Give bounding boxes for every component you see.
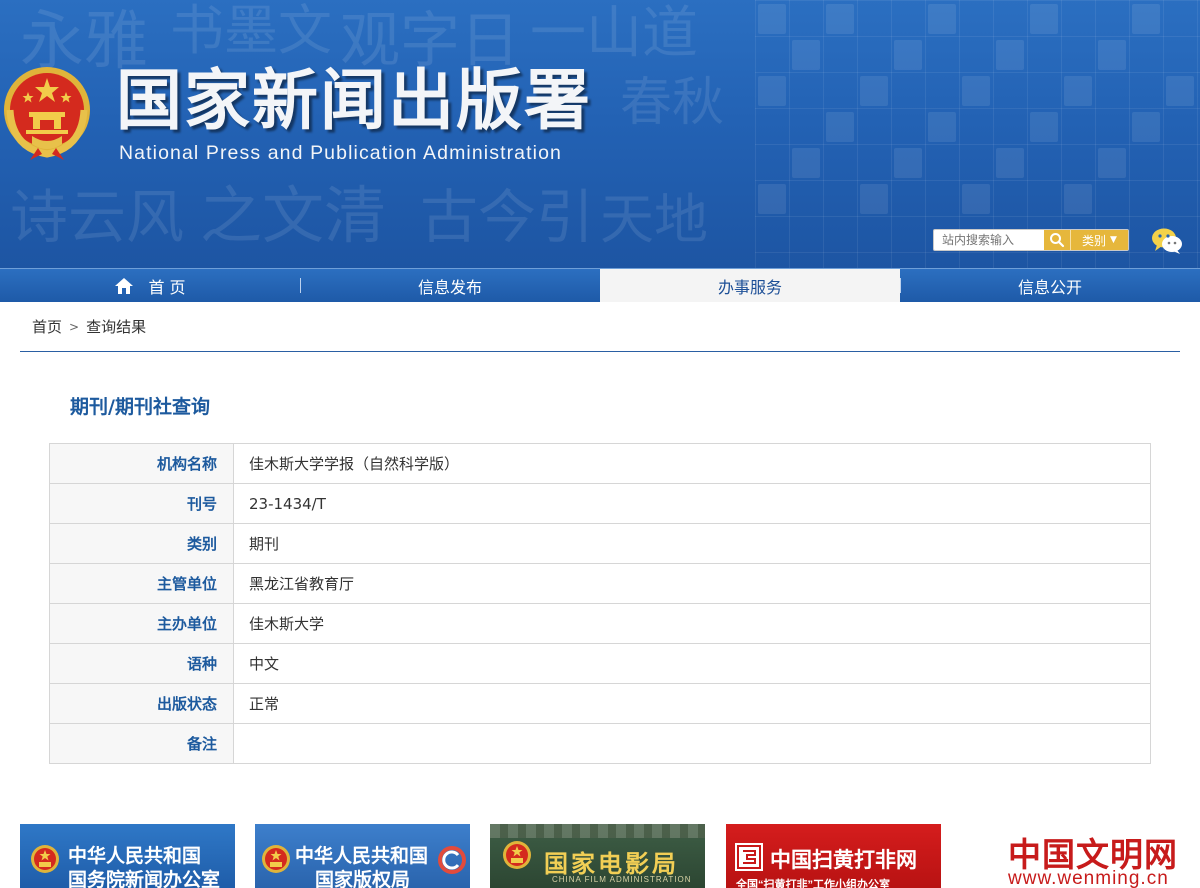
header-background-glyph: 春秋 — [620, 73, 725, 133]
table-row: 主管单位 黑龙江省教育厅 — [49, 563, 1151, 604]
row-value: 中文 — [233, 643, 1151, 684]
banner-subtitle: CHINA FILM ADMINISTRATION — [552, 875, 692, 884]
site-search: 类别 ▼ — [933, 229, 1129, 251]
breadcrumb-home-link[interactable]: 首页 — [32, 316, 62, 337]
search-input[interactable] — [934, 230, 1044, 250]
header-background-glyph: 诗云风 — [10, 183, 185, 251]
header-background-glyph: 古今引 — [420, 183, 595, 251]
national-emblem-icon — [262, 845, 290, 873]
nav-item-news[interactable]: 信息发布 — [300, 269, 600, 302]
row-value: 正常 — [233, 683, 1151, 724]
partner-banners: 中华人民共和国 国务院新闻办公室 中华人民共和国 国家版权局 国家电影局 CHI… — [20, 824, 1180, 888]
national-emblem-icon — [4, 67, 90, 160]
film-strip-decoration — [490, 824, 705, 838]
row-value: 黑龙江省教育厅 — [233, 563, 1151, 604]
breadcrumb-current: 查询结果 — [86, 318, 147, 336]
breadcrumb-separator: > — [69, 319, 80, 334]
banner-title: 国务院新闻办公室 — [68, 869, 221, 888]
banner-subtitle: 全国“扫黄打非”工作小组办公室 — [736, 879, 890, 888]
row-label: 机构名称 — [49, 443, 234, 484]
table-row: 机构名称 佳木斯大学学报（自然科学版） — [49, 443, 1151, 484]
table-row: 类别 期刊 — [49, 523, 1151, 564]
seal-logo-icon — [735, 843, 763, 871]
main-nav: 首 页 信息发布 办事服务 信息公开 — [0, 268, 1200, 302]
header-background-glyph: 天地 — [600, 188, 708, 251]
banner-title: 国家电影局 — [544, 849, 679, 878]
site-title: 国家新闻出版署 — [116, 61, 592, 139]
banner-title: 中国扫黄打非网 — [770, 847, 917, 872]
national-emblem-icon — [31, 845, 59, 873]
row-value: 佳木斯大学 — [233, 603, 1151, 644]
page-title: 期刊/期刊社查询 — [70, 396, 210, 418]
banner-anti-pornography-network[interactable]: 中国扫黄打非网 全国“扫黄打非”工作小组办公室 — [726, 824, 941, 888]
header-background-glyph: 之文清 — [200, 179, 387, 252]
row-label: 类别 — [49, 523, 234, 564]
nav-item-label: 首 页 — [148, 277, 186, 297]
header-background-glyph: 书墨文 — [170, 0, 332, 62]
breadcrumb: 首页 > 查询结果 — [20, 302, 1180, 352]
row-label: 语种 — [49, 643, 234, 684]
row-value: 佳木斯大学学报（自然科学版） — [233, 443, 1151, 484]
banner-title: 国家版权局 — [315, 869, 411, 888]
table-row: 备注 — [49, 723, 1151, 764]
banner-title: 中华人民共和国 — [68, 845, 202, 867]
chevron-down-icon: ▼ — [1110, 235, 1117, 245]
banner-url: www.wenming.cn — [1008, 868, 1169, 888]
row-label: 主办单位 — [49, 603, 234, 644]
header-tile-pattern — [755, 0, 1200, 268]
nav-item-disclosure[interactable]: 信息公开 — [900, 269, 1200, 302]
banner-china-civilization-network[interactable]: 中国文明网 www.wenming.cn — [961, 824, 1180, 888]
nav-item-label: 信息公开 — [1017, 277, 1082, 297]
table-row: 出版状态 正常 — [49, 683, 1151, 724]
row-value — [233, 723, 1151, 764]
row-label: 出版状态 — [49, 683, 234, 724]
nav-item-services[interactable]: 办事服务 — [600, 269, 900, 302]
nav-item-label: 信息发布 — [417, 277, 482, 297]
category-dropdown[interactable]: 类别 ▼ — [1070, 230, 1128, 250]
table-row: 主办单位 佳木斯大学 — [49, 603, 1151, 644]
row-label: 主管单位 — [49, 563, 234, 604]
row-value: 23-1434/T — [233, 483, 1151, 524]
search-button[interactable] — [1044, 230, 1070, 250]
row-value: 期刊 — [233, 523, 1151, 564]
row-label: 备注 — [49, 723, 234, 764]
nav-item-home[interactable]: 首 页 — [0, 269, 300, 302]
banner-china-film-administration[interactable]: 国家电影局 CHINA FILM ADMINISTRATION — [490, 824, 705, 888]
table-row: 语种 中文 — [49, 643, 1151, 684]
banner-national-copyright-administration[interactable]: 中华人民共和国 国家版权局 — [255, 824, 470, 888]
site-header: 永雅 书墨文 观字日 一山道 春秋 诗云风 之文清 古今引 天地 国家新闻出版署… — [0, 0, 1200, 268]
result-table: 机构名称 佳木斯大学学报（自然科学版） 刊号 23-1434/T 类别 期刊 主… — [49, 443, 1151, 764]
national-emblem-icon — [503, 841, 531, 869]
nav-item-label: 办事服务 — [717, 277, 782, 297]
home-icon — [115, 277, 134, 294]
category-label: 类别 — [1082, 233, 1107, 248]
copyright-logo-icon — [438, 846, 466, 874]
row-label: 刊号 — [49, 483, 234, 524]
site-subtitle: National Press and Publication Administr… — [119, 142, 562, 164]
search-icon — [1050, 233, 1065, 248]
wechat-icon[interactable] — [1151, 227, 1183, 255]
banner-title: 中华人民共和国 — [295, 845, 429, 867]
table-row: 刊号 23-1434/T — [49, 483, 1151, 524]
banner-state-council-information-office[interactable]: 中华人民共和国 国务院新闻办公室 — [20, 824, 235, 888]
